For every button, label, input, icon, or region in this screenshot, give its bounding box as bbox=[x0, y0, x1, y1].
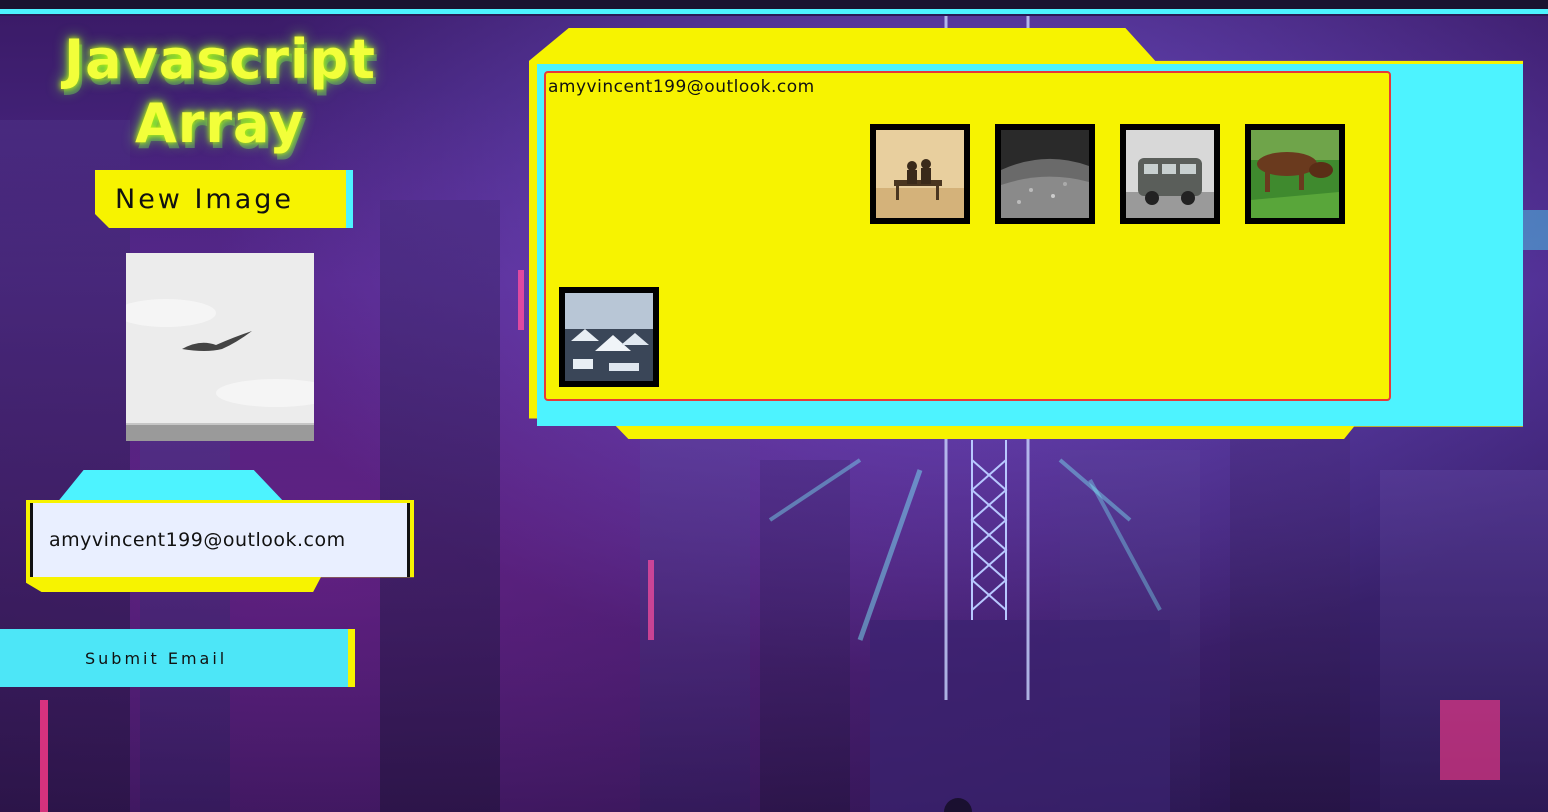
bench-couple-image bbox=[876, 130, 964, 218]
vw-bus-thumbnail[interactable] bbox=[1120, 124, 1220, 224]
email-input[interactable] bbox=[30, 503, 410, 577]
page-title: Javascript Array bbox=[64, 28, 376, 155]
snowy-rooftops-image bbox=[565, 293, 653, 381]
gravel-thumbnail[interactable] bbox=[995, 124, 1095, 224]
bench-couple-thumbnail[interactable] bbox=[870, 124, 970, 224]
email-image-card: amyvincent199@outlook.com bbox=[544, 71, 1391, 401]
vw-bus-image bbox=[1126, 130, 1214, 218]
top-accent-bar bbox=[0, 0, 1548, 16]
submit-email-button[interactable]: Submit Email bbox=[0, 629, 355, 687]
new-image-button[interactable]: New Image bbox=[95, 170, 353, 228]
email-collection-panel: amyvincent199@outlook.com bbox=[529, 28, 1523, 439]
dogs-in-grass-thumbnail[interactable] bbox=[1245, 124, 1345, 224]
card-email-label: amyvincent199@outlook.com bbox=[548, 77, 815, 97]
snowy-rooftops-thumbnail[interactable] bbox=[559, 287, 659, 387]
image-preview bbox=[126, 253, 314, 441]
email-form-tab bbox=[56, 470, 286, 504]
bird-in-sky-image bbox=[126, 253, 314, 441]
gravel-image bbox=[1001, 130, 1089, 218]
email-form bbox=[26, 470, 414, 592]
dogs-in-grass-image bbox=[1251, 130, 1339, 218]
